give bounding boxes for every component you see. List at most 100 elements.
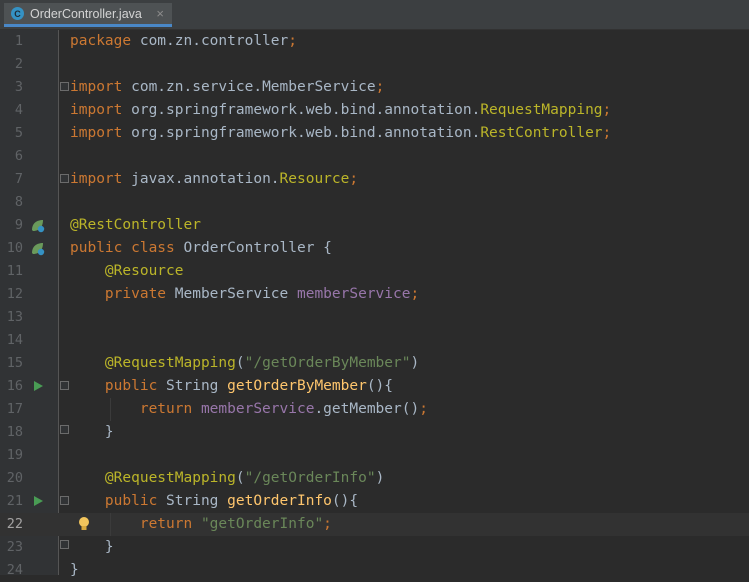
- code-line[interactable]: 17 return memberService.getMember();: [0, 398, 749, 421]
- code-line[interactable]: 20 @RequestMapping("/getOrderInfo"): [0, 467, 749, 490]
- code-token: MemberService: [174, 286, 297, 302]
- code-token: }: [70, 562, 79, 578]
- code-line[interactable]: 1 package com.zn.controller;: [0, 30, 749, 53]
- code-line[interactable]: 9 @RestController: [0, 214, 749, 237]
- line-number: 15: [6, 355, 23, 371]
- spring-bean-icon[interactable]: [30, 218, 45, 233]
- code-line[interactable]: 24}: [0, 559, 749, 582]
- code-token: com.zn.controller: [131, 33, 289, 49]
- code-text[interactable]: import com.zn.service.MemberService;: [70, 76, 384, 99]
- code-line[interactable]: 5 import org.springframework.web.bind.ann…: [0, 122, 749, 145]
- code-text[interactable]: import javax.annotation.Resource;: [70, 168, 358, 191]
- code-text[interactable]: return "getOrderInfo";: [70, 513, 332, 536]
- code-token: getOrderByMember: [227, 378, 367, 394]
- line-number: 20: [6, 470, 23, 486]
- code-text[interactable]: package com.zn.controller;: [70, 30, 297, 53]
- code-token: import: [70, 125, 123, 141]
- code-line[interactable]: 4 import org.springframework.web.bind.ann…: [0, 99, 749, 122]
- code-line[interactable]: 7 import javax.annotation.Resource;: [0, 168, 749, 191]
- fold-toggle-icon[interactable]: [60, 174, 69, 183]
- code-token: .getMember(): [314, 401, 420, 417]
- code-line[interactable]: 22 return "getOrderInfo";: [0, 513, 749, 536]
- code-text[interactable]: public class OrderController {: [70, 237, 332, 260]
- fold-toggle-icon[interactable]: [60, 540, 69, 549]
- code-editor[interactable]: 1 package com.zn.controller; 2 3 import com.…: [0, 30, 749, 578]
- code-token: OrderController {: [183, 240, 332, 256]
- fold-toggle-icon[interactable]: [60, 496, 69, 505]
- line-number: 9: [14, 217, 23, 233]
- code-text[interactable]: public String getOrderInfo(){: [70, 490, 358, 513]
- code-token: javax.annotation.: [122, 171, 280, 187]
- code-text[interactable]: @RequestMapping("/getOrderByMember"): [70, 352, 419, 375]
- code-line[interactable]: 21 public String getOrderInfo(){: [0, 490, 749, 513]
- code-token: private: [104, 286, 175, 302]
- line-number: 23: [6, 539, 23, 555]
- line-number: 11: [6, 263, 23, 279]
- code-line[interactable]: 3 import com.zn.service.MemberService;: [0, 76, 749, 99]
- code-line[interactable]: 2: [0, 53, 749, 76]
- code-token: (: [235, 470, 245, 486]
- run-icon[interactable]: [34, 381, 43, 391]
- line-number: 10: [6, 240, 23, 256]
- code-token: ): [410, 355, 420, 371]
- code-token: ;: [349, 171, 359, 187]
- code-token: public class: [70, 240, 184, 256]
- code-token: ;: [375, 79, 385, 95]
- line-number: 17: [6, 401, 23, 417]
- code-token: memberService: [200, 401, 315, 417]
- code-text[interactable]: @Resource: [70, 260, 184, 283]
- fold-toggle-icon[interactable]: [60, 82, 69, 91]
- spring-bean-icon[interactable]: [30, 241, 45, 256]
- fold-toggle-icon[interactable]: [60, 425, 69, 434]
- editor-tab-bar: C OrderController.java ×: [0, 0, 749, 30]
- code-token: ): [375, 470, 385, 486]
- code-line[interactable]: 23 }: [0, 536, 749, 559]
- code-token: return: [139, 516, 201, 532]
- code-line[interactable]: 15 @RequestMapping("/getOrderByMember"): [0, 352, 749, 375]
- code-line[interactable]: 16 public String getOrderByMember(){: [0, 375, 749, 398]
- code-text[interactable]: import org.springframework.web.bind.anno…: [70, 99, 611, 122]
- code-token: return: [139, 401, 201, 417]
- code-token: com.zn.service.MemberService: [122, 79, 376, 95]
- fold-toggle-icon[interactable]: [60, 381, 69, 390]
- line-number: 6: [14, 148, 23, 164]
- code-text[interactable]: return memberService.getMember();: [70, 398, 428, 421]
- code-token: public: [104, 378, 167, 394]
- code-text[interactable]: }: [70, 536, 114, 559]
- code-text[interactable]: }: [70, 559, 79, 582]
- line-number: 8: [14, 194, 23, 210]
- code-token: RestController: [480, 125, 603, 141]
- code-line[interactable]: 12 private MemberService memberService;: [0, 283, 749, 306]
- line-number: 22: [6, 516, 23, 532]
- code-token: "/getOrderByMember": [244, 355, 411, 371]
- code-line[interactable]: 10 public class OrderController {: [0, 237, 749, 260]
- code-line[interactable]: 19: [0, 444, 749, 467]
- line-number: 19: [6, 447, 23, 463]
- code-token: ;: [419, 401, 428, 417]
- code-token: (){: [366, 378, 394, 394]
- code-line[interactable]: 6: [0, 145, 749, 168]
- code-token: @Resource: [104, 263, 184, 279]
- code-token: public: [104, 493, 167, 509]
- code-token: Resource: [279, 171, 350, 187]
- code-text[interactable]: private MemberService memberService;: [70, 283, 419, 306]
- code-text[interactable]: @RequestMapping("/getOrderInfo"): [70, 467, 384, 490]
- code-text[interactable]: import org.springframework.web.bind.anno…: [70, 122, 611, 145]
- code-line[interactable]: 14: [0, 329, 749, 352]
- code-token: (: [235, 355, 245, 371]
- code-token: String: [166, 493, 228, 509]
- tab-order-controller[interactable]: C OrderController.java ×: [4, 3, 172, 27]
- code-line[interactable]: 8: [0, 191, 749, 214]
- line-number: 4: [14, 102, 23, 118]
- code-line[interactable]: 11 @Resource: [0, 260, 749, 283]
- code-text[interactable]: @RestController: [70, 214, 201, 237]
- code-line[interactable]: 13: [0, 306, 749, 329]
- code-text[interactable]: public String getOrderByMember(){: [70, 375, 393, 398]
- code-line[interactable]: 18 }: [0, 421, 749, 444]
- run-icon[interactable]: [34, 496, 43, 506]
- code-text[interactable]: }: [70, 421, 114, 444]
- close-tab-icon[interactable]: ×: [156, 6, 164, 21]
